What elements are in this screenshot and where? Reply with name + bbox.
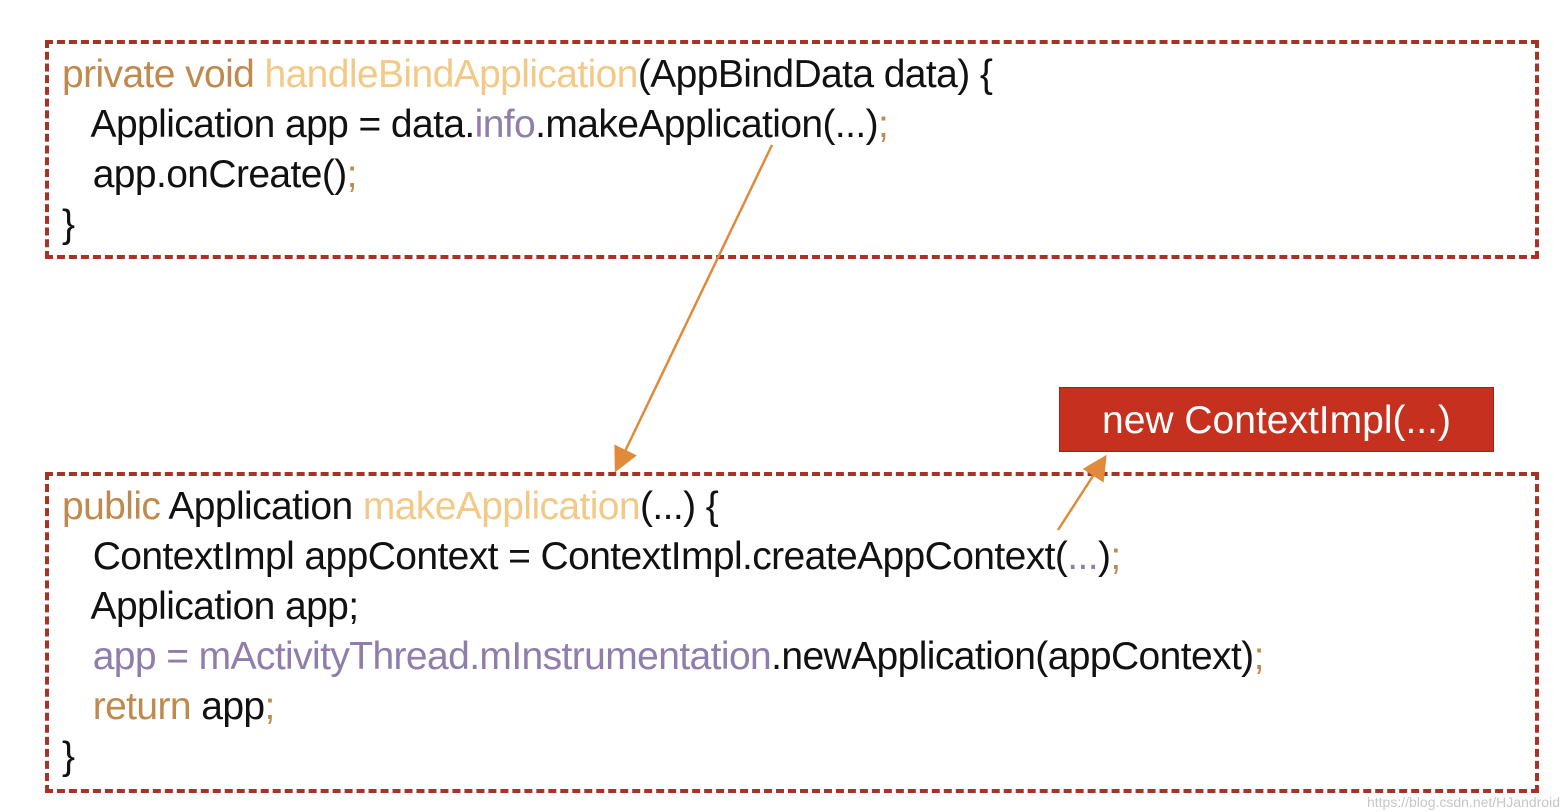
watermark: https://blog.csdn.net/HJandroid	[1366, 794, 1560, 810]
arrow-to-make-application	[614, 144, 774, 473]
arrows	[614, 144, 1107, 531]
arrow-to-context-impl	[1056, 454, 1107, 531]
